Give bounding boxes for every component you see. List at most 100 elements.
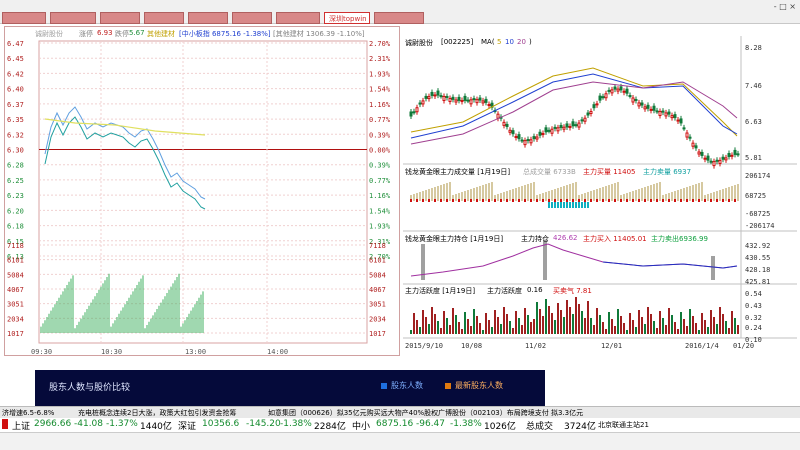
- candle-body: [451, 96, 455, 100]
- volume-label: 3051: [7, 301, 24, 309]
- candle-body: [433, 94, 437, 97]
- panel2-mark: [452, 199, 454, 202]
- tab-3[interactable]: [100, 12, 140, 24]
- panel4-bar: [464, 312, 466, 334]
- panel2-bar: [467, 190, 469, 201]
- panel4-bar: [572, 314, 574, 334]
- panel2-bar: [437, 186, 439, 201]
- panel2-bar: [629, 192, 631, 201]
- candle-body: [661, 110, 665, 113]
- candle-body: [706, 155, 710, 161]
- panel2-bar: [566, 185, 568, 201]
- holding-line: [410, 243, 738, 277]
- panel2-bar: [518, 187, 520, 201]
- volume-label: 4067: [7, 286, 24, 294]
- panel2-mark: [704, 199, 706, 202]
- panel2-bar: [698, 183, 700, 201]
- tab-4[interactable]: [144, 12, 184, 24]
- panel2-bar: [560, 187, 562, 201]
- panel4-bar: [419, 327, 421, 334]
- tab-9[interactable]: [374, 12, 424, 24]
- panel2-sell-bar: [557, 202, 559, 208]
- pct-label: 1.16%: [369, 101, 391, 109]
- volume-label: 7118: [7, 242, 24, 250]
- panel2-bar: [653, 184, 655, 201]
- candle-body: [562, 126, 566, 130]
- panel4-bar: [659, 311, 661, 334]
- tab-7[interactable]: [276, 12, 320, 24]
- news-item[interactable]: 济增速6.5-6.8%: [2, 408, 54, 418]
- tab-5[interactable]: [188, 12, 228, 24]
- candle-body: [658, 110, 662, 116]
- date-label: 2016/1/4: [685, 342, 719, 350]
- server-site[interactable]: 北京联通主站21: [598, 420, 649, 430]
- candle-body: [667, 111, 671, 115]
- panel4-bar: [515, 311, 517, 334]
- panel4-bar: [704, 320, 706, 334]
- panel2-bar: [683, 188, 685, 201]
- panel2-bar: [728, 187, 730, 201]
- panel2-sell-bar: [548, 202, 550, 208]
- panel2-mark: [584, 199, 586, 202]
- candle-body: [415, 107, 419, 113]
- panel4-bar: [626, 330, 628, 334]
- candle-body: [502, 121, 506, 126]
- panel2-bar: [551, 190, 553, 201]
- total-label: 总成交: [526, 422, 554, 432]
- news-item[interactable]: 如意集团（000626）拟35亿元购买远大物产40%股权: [268, 408, 438, 418]
- panel4-bar: [713, 317, 715, 334]
- panel2-sell-bar: [566, 202, 568, 208]
- volume-label: 3051: [369, 301, 386, 309]
- news-item[interactable]: 充电桩概念连续2日大涨，政策大红包引发资金抢筹: [78, 408, 236, 418]
- index-status-bar: 上证 2966.66 -41.08 -1.37% 1440亿 深证 10356.…: [0, 418, 800, 432]
- sz-label[interactable]: 深证: [178, 419, 196, 432]
- news-item[interactable]: 广博股份（002103）布局跨境支付 拟3.3亿元: [438, 408, 583, 418]
- candle-body: [568, 126, 572, 129]
- panel2-bar: [605, 186, 607, 201]
- candle-body: [685, 132, 689, 138]
- candle-body: [589, 110, 593, 114]
- panel2-mark: [572, 199, 574, 202]
- panel2-bar: [530, 183, 532, 201]
- sh-label[interactable]: 上证: [12, 419, 30, 432]
- panel4-bar: [731, 311, 733, 334]
- panel2-mark: [518, 199, 520, 202]
- candle-body: [547, 129, 551, 132]
- tab-topwin[interactable]: 深圳topwin: [324, 12, 370, 24]
- tab-1[interactable]: [2, 12, 46, 24]
- panel2-mark: [626, 199, 628, 202]
- pct-label: 1.93%: [369, 223, 391, 231]
- kline-ma5: 5: [497, 38, 502, 46]
- panel2-buy: 主力买量 11405: [583, 168, 636, 176]
- volume-label: 6101: [7, 257, 24, 265]
- panel2-mark: [638, 199, 640, 202]
- panel4-bar: [611, 319, 613, 334]
- panel4-bar: [497, 317, 499, 334]
- panel2-mark: [668, 199, 670, 202]
- candle-body: [664, 112, 668, 117]
- panel2-mark: [434, 199, 436, 202]
- tab-2[interactable]: [50, 12, 96, 24]
- panel4-bar: [689, 309, 691, 334]
- panel2-label: 206174: [745, 172, 770, 180]
- panel4-bar: [518, 318, 520, 334]
- panel2-mark: [650, 199, 652, 202]
- panel2-bar: [695, 184, 697, 201]
- sz-change: -145.20: [246, 419, 281, 429]
- panel4-bar: [647, 307, 649, 334]
- zx-label[interactable]: 中小: [352, 419, 370, 432]
- panel2-mark: [596, 199, 598, 202]
- panel4-bar: [566, 300, 568, 334]
- tab-6[interactable]: [232, 12, 272, 24]
- panel4-bar: [479, 323, 481, 334]
- panel2-mark: [608, 199, 610, 202]
- window-controls[interactable]: - □ ×: [774, 2, 796, 11]
- candle-body: [535, 136, 539, 140]
- candle-body: [505, 123, 509, 127]
- panel4-bar: [521, 325, 523, 334]
- candle-body: [619, 86, 623, 91]
- panel4-bar: [617, 309, 619, 334]
- panel2-mark: [416, 199, 418, 202]
- kline-svg: 8.28 7.46 6.63 5.81 206174 68725 -68725 -206174…: [403, 36, 797, 350]
- panel2-mark: [620, 199, 622, 202]
